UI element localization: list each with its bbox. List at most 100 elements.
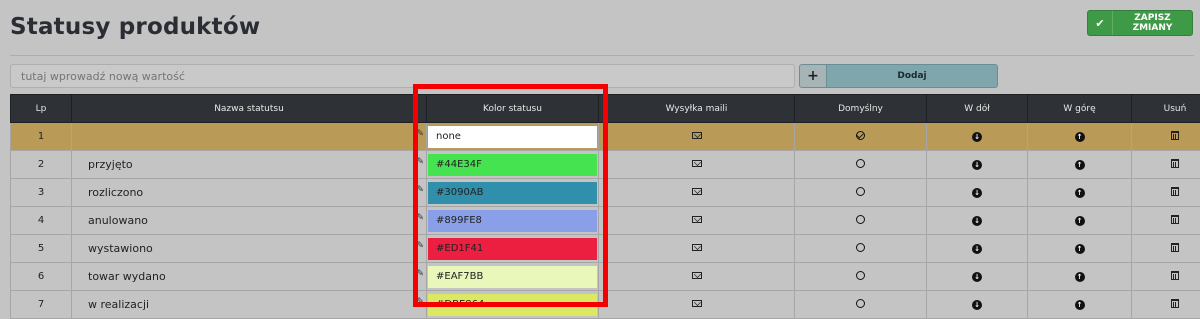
arrow-up-icon[interactable]: ↑: [1075, 160, 1085, 170]
add-status-button[interactable]: + Dodaj: [799, 64, 998, 88]
table-row[interactable]: 5 wystawiono ✎ #ED1F41 ↓ ↑: [11, 235, 1200, 263]
table-row[interactable]: 1 ✎ none ↓ ↑: [11, 123, 1200, 151]
arrow-up-icon[interactable]: ↑: [1075, 244, 1085, 254]
edit-pencil-icon[interactable]: ✎: [416, 185, 424, 195]
down-cell[interactable]: ↓: [927, 151, 1028, 179]
status-name-cell[interactable]: rozliczono ✎: [72, 179, 427, 207]
down-cell[interactable]: ↓: [927, 123, 1028, 151]
delete-cell[interactable]: [1132, 179, 1200, 207]
default-cell[interactable]: [795, 123, 927, 151]
status-name-cell[interactable]: przyjęto ✎: [72, 151, 427, 179]
status-color-cell[interactable]: #899FE8: [427, 207, 599, 235]
trash-icon[interactable]: [1171, 187, 1179, 196]
default-cell[interactable]: [795, 179, 927, 207]
color-swatch[interactable]: none: [428, 126, 597, 148]
status-name-cell[interactable]: anulowano ✎: [72, 207, 427, 235]
edit-pencil-icon[interactable]: ✎: [416, 297, 424, 307]
status-name-cell[interactable]: towar wydano ✎: [72, 263, 427, 291]
mail-cell[interactable]: [599, 179, 795, 207]
arrow-up-icon[interactable]: ↑: [1075, 188, 1085, 198]
status-name-cell[interactable]: ✎: [72, 123, 427, 151]
status-color-cell[interactable]: #44E34F: [427, 151, 599, 179]
table-row[interactable]: 6 towar wydano ✎ #EAF7BB ↓ ↑: [11, 263, 1200, 291]
trash-icon[interactable]: [1171, 271, 1179, 280]
arrow-down-icon[interactable]: ↓: [972, 188, 982, 198]
envelope-icon[interactable]: [692, 188, 702, 195]
arrow-up-icon[interactable]: ↑: [1075, 300, 1085, 310]
arrow-down-icon[interactable]: ↓: [972, 216, 982, 226]
default-radio-icon[interactable]: [856, 243, 865, 252]
default-radio-icon[interactable]: [856, 159, 865, 168]
edit-pencil-icon[interactable]: ✎: [416, 157, 424, 167]
envelope-icon[interactable]: [692, 216, 702, 223]
default-radio-icon[interactable]: [856, 187, 865, 196]
default-radio-icon[interactable]: [856, 215, 865, 224]
arrow-down-icon[interactable]: ↓: [972, 244, 982, 254]
delete-cell[interactable]: [1132, 263, 1200, 291]
color-swatch[interactable]: #899FE8: [428, 210, 597, 232]
arrow-down-icon[interactable]: ↓: [972, 272, 982, 282]
default-cell[interactable]: [795, 263, 927, 291]
arrow-up-icon[interactable]: ↑: [1075, 216, 1085, 226]
down-cell[interactable]: ↓: [927, 179, 1028, 207]
envelope-icon[interactable]: [692, 244, 702, 251]
envelope-icon[interactable]: [692, 272, 702, 279]
up-cell[interactable]: ↑: [1028, 179, 1132, 207]
default-cell[interactable]: [795, 151, 927, 179]
down-cell[interactable]: ↓: [927, 263, 1028, 291]
color-swatch[interactable]: #DBE864: [428, 294, 597, 316]
color-swatch[interactable]: #ED1F41: [428, 238, 597, 260]
table-row[interactable]: 7 w realizacji ✎ #DBE864 ↓ ↑: [11, 291, 1200, 319]
trash-icon[interactable]: [1171, 215, 1179, 224]
default-radio-icon[interactable]: [856, 131, 865, 140]
save-changes-button[interactable]: ✔ ZAPISZ ZMIANY: [1087, 10, 1193, 36]
down-cell[interactable]: ↓: [927, 235, 1028, 263]
status-name-cell[interactable]: w realizacji ✎: [72, 291, 427, 319]
edit-pencil-icon[interactable]: ✎: [416, 129, 424, 139]
new-status-input[interactable]: [10, 64, 795, 88]
down-cell[interactable]: ↓: [927, 291, 1028, 319]
color-swatch[interactable]: #EAF7BB: [428, 266, 597, 288]
up-cell[interactable]: ↑: [1028, 207, 1132, 235]
up-cell[interactable]: ↑: [1028, 123, 1132, 151]
status-color-cell[interactable]: #3090AB: [427, 179, 599, 207]
edit-pencil-icon[interactable]: ✎: [416, 269, 424, 279]
mail-cell[interactable]: [599, 235, 795, 263]
mail-cell[interactable]: [599, 207, 795, 235]
delete-cell[interactable]: [1132, 123, 1200, 151]
edit-pencil-icon[interactable]: ✎: [416, 213, 424, 223]
up-cell[interactable]: ↑: [1028, 151, 1132, 179]
status-color-cell[interactable]: #DBE864: [427, 291, 599, 319]
arrow-down-icon[interactable]: ↓: [972, 160, 982, 170]
default-cell[interactable]: [795, 235, 927, 263]
status-color-cell[interactable]: none: [427, 123, 599, 151]
edit-pencil-icon[interactable]: ✎: [416, 241, 424, 251]
arrow-down-icon[interactable]: ↓: [972, 132, 982, 142]
mail-cell[interactable]: [599, 123, 795, 151]
default-radio-icon[interactable]: [856, 299, 865, 308]
trash-icon[interactable]: [1171, 243, 1179, 252]
arrow-up-icon[interactable]: ↑: [1075, 132, 1085, 142]
arrow-up-icon[interactable]: ↑: [1075, 272, 1085, 282]
envelope-icon[interactable]: [692, 300, 702, 307]
delete-cell[interactable]: [1132, 291, 1200, 319]
trash-icon[interactable]: [1171, 159, 1179, 168]
delete-cell[interactable]: [1132, 235, 1200, 263]
trash-icon[interactable]: [1171, 131, 1179, 140]
status-color-cell[interactable]: #EAF7BB: [427, 263, 599, 291]
envelope-icon[interactable]: [692, 160, 702, 167]
trash-icon[interactable]: [1171, 299, 1179, 308]
down-cell[interactable]: ↓: [927, 207, 1028, 235]
mail-cell[interactable]: [599, 291, 795, 319]
default-cell[interactable]: [795, 291, 927, 319]
status-color-cell[interactable]: #ED1F41: [427, 235, 599, 263]
up-cell[interactable]: ↑: [1028, 291, 1132, 319]
table-row[interactable]: 3 rozliczono ✎ #3090AB ↓ ↑: [11, 179, 1200, 207]
table-row[interactable]: 2 przyjęto ✎ #44E34F ↓ ↑: [11, 151, 1200, 179]
up-cell[interactable]: ↑: [1028, 235, 1132, 263]
default-radio-icon[interactable]: [856, 271, 865, 280]
default-cell[interactable]: [795, 207, 927, 235]
arrow-down-icon[interactable]: ↓: [972, 300, 982, 310]
color-swatch[interactable]: #3090AB: [428, 182, 597, 204]
up-cell[interactable]: ↑: [1028, 263, 1132, 291]
